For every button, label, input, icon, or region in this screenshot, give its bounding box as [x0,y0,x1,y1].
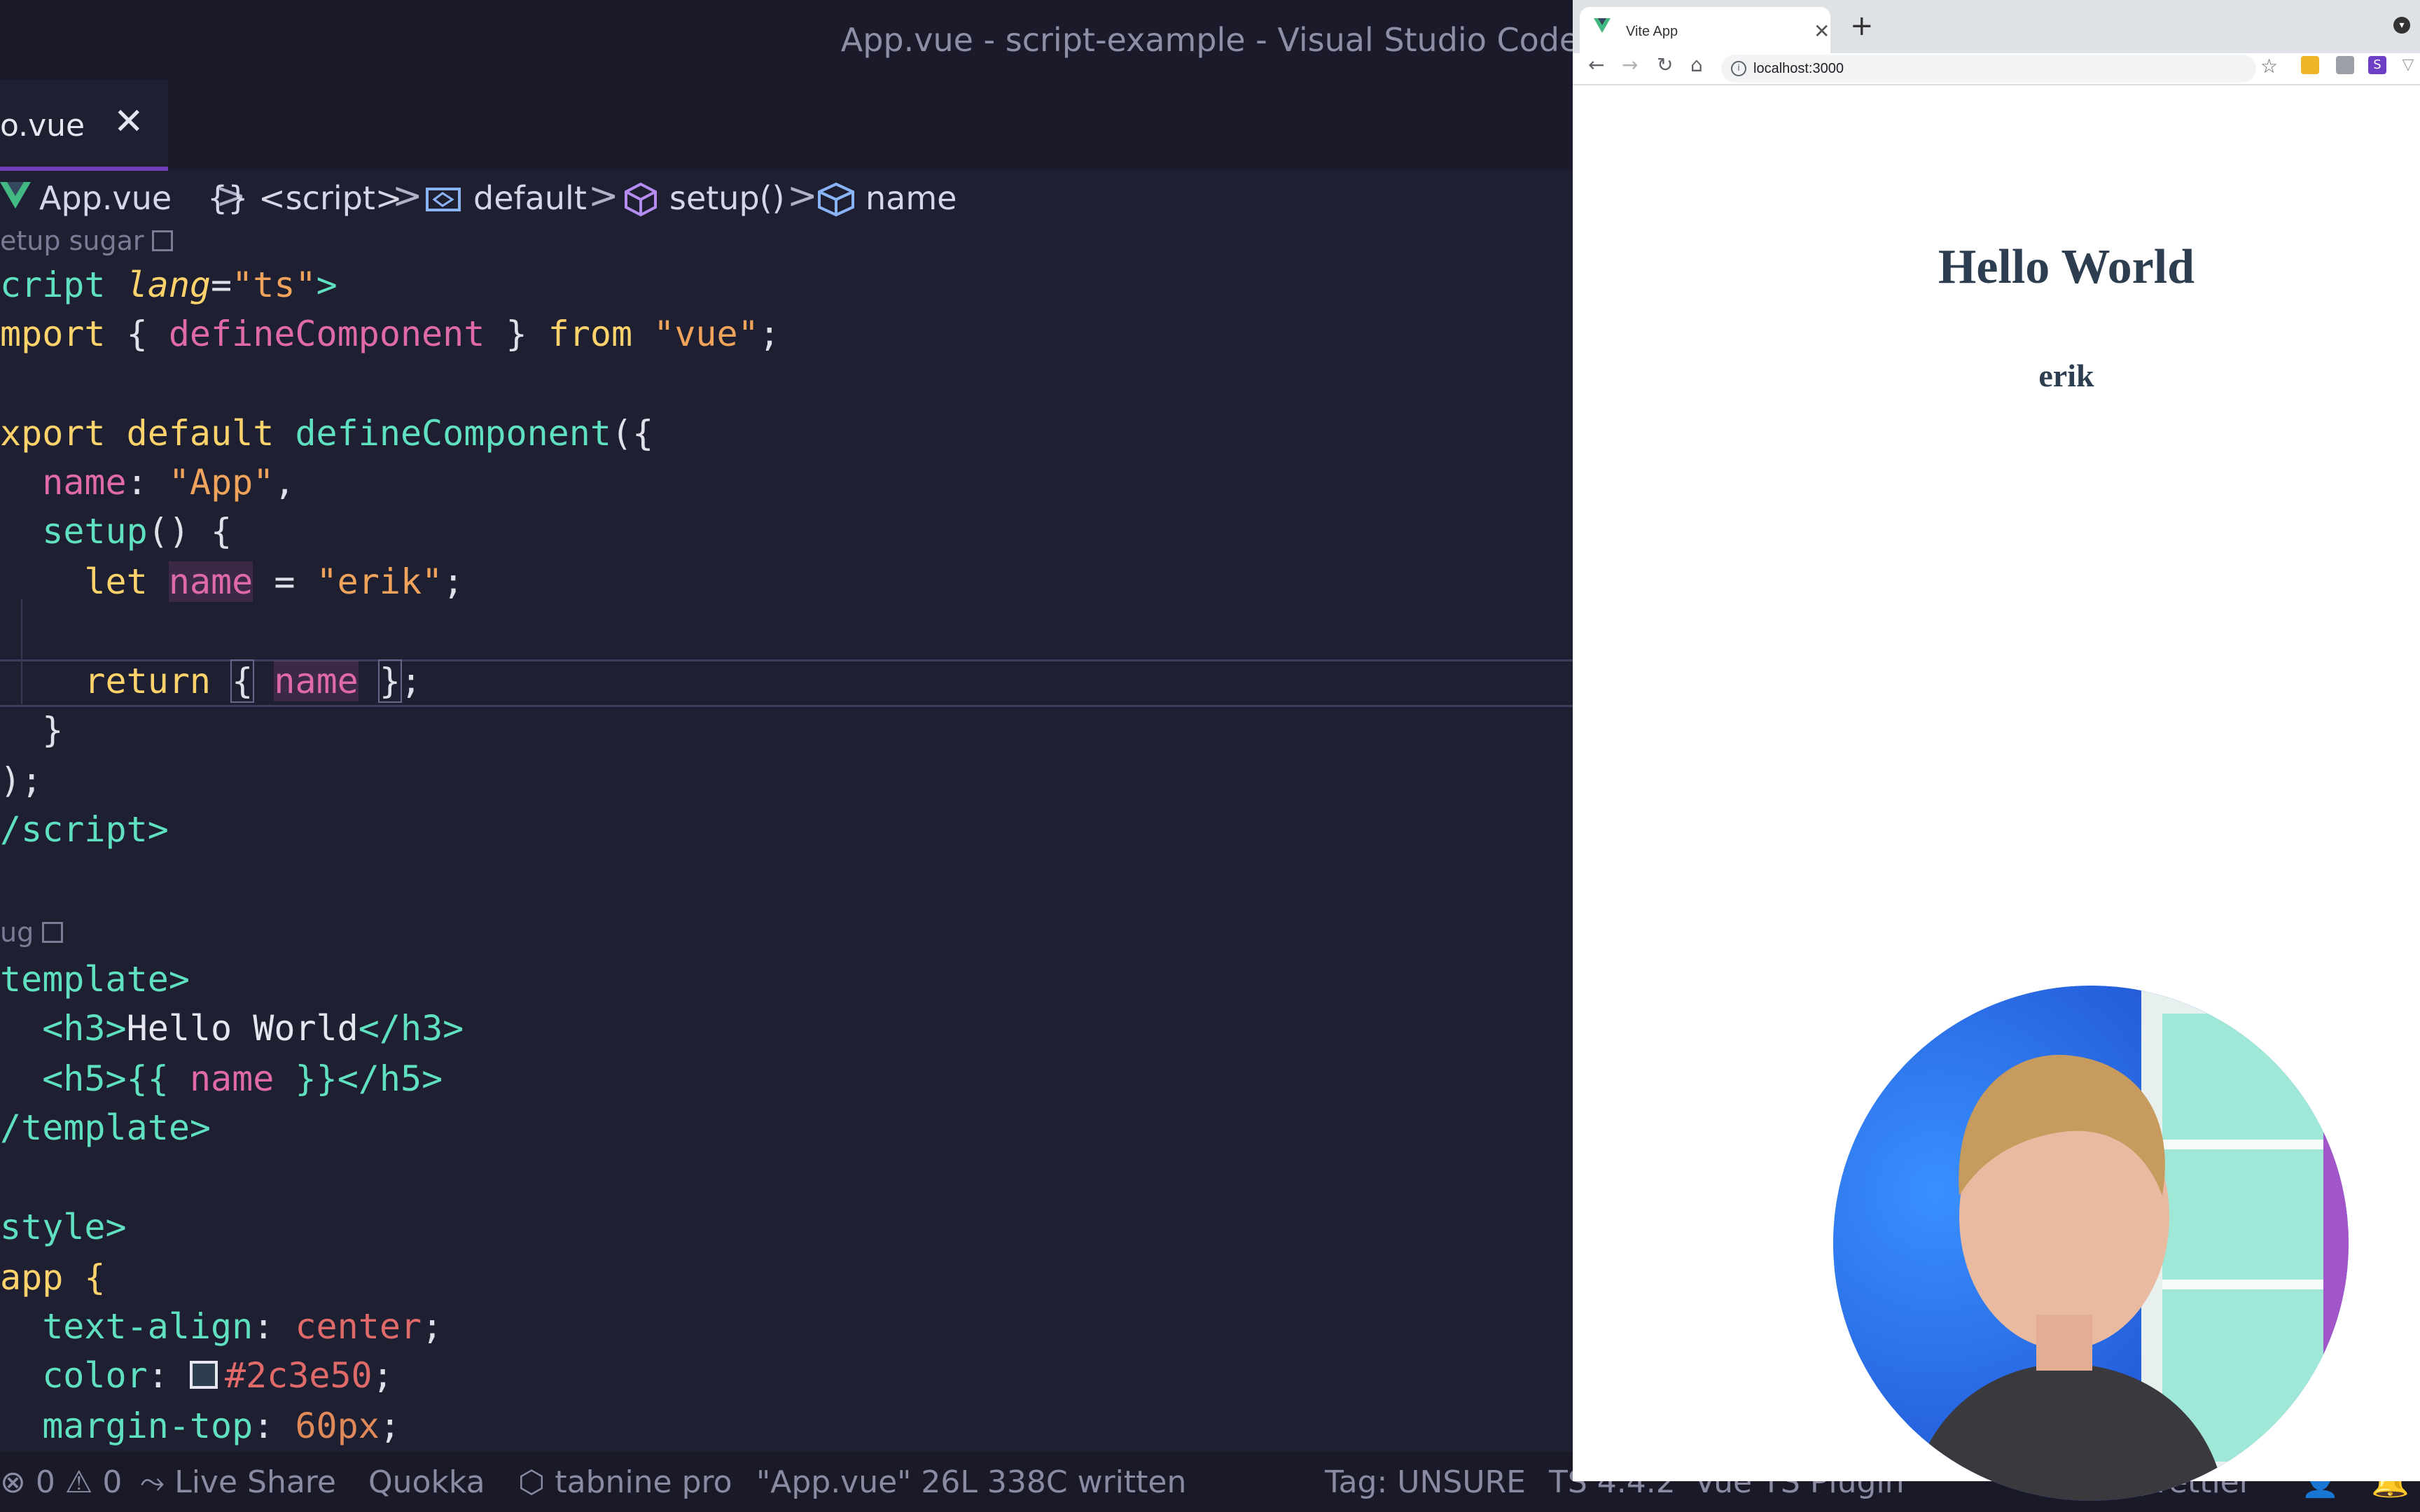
home-icon[interactable]: ⌂ [1690,53,1703,76]
code-line: return { name }; [84,659,422,703]
code-line: } [0,710,64,750]
status-quokka[interactable]: Quokka [368,1464,485,1500]
error-icon: ⊗ [0,1464,36,1500]
code-line: cript lang="ts"> [0,265,338,305]
status-tabnine[interactable]: ⬡ tabnine pro [518,1464,732,1500]
s-extension-icon[interactable]: S [2368,56,2386,74]
vue-favicon-icon [1594,18,1611,33]
browser-tab-title: Vite App [1626,24,1678,39]
code-line: margin-top: 60px; [0,1406,401,1446]
editor-tab-bar: o.vue ✕ [0,80,1573,171]
breadcrumb-setup[interactable]: setup() [669,179,785,217]
code-line: <h3>Hello World</h3> [0,1008,464,1049]
codelens-label: etup sugar [0,225,144,256]
browser-tab-vite-app[interactable]: Vite App ✕ [1580,7,1830,53]
new-tab-icon[interactable]: + [1850,10,1874,42]
browser-tab-strip: Vite App ✕ + ▾ [1573,0,2420,53]
close-icon[interactable]: ✕ [113,101,144,143]
codelens-bug[interactable]: ug [0,917,64,948]
status-message: "App.vue" 26L 338C written [756,1464,1187,1500]
webcam-person-image [1833,986,2349,1501]
page-heading: Hello World [1938,240,2195,294]
variable-cube-icon [818,182,854,217]
bookmark-star-icon[interactable]: ☆ [2260,55,2278,78]
info-icon[interactable]: i [1731,61,1746,76]
code-line: name: "App", [42,462,295,503]
vscode-window: App.vue - script-example - Visual Studio… [0,0,1573,1512]
status-live-share[interactable]: ⤳ Live Share [140,1464,336,1500]
reload-icon[interactable]: ↻ [1657,53,1673,76]
close-icon[interactable]: ✕ [1814,20,1830,43]
error-count: 0 [35,1464,55,1500]
checkbox-icon [42,922,64,943]
breadcrumb-separator: > [392,175,423,217]
vue-file-icon [0,182,31,209]
code-line: text-align: center; [0,1306,443,1347]
editor-tab-app-vue[interactable]: o.vue ✕ [0,80,168,171]
color-swatch[interactable] [189,1361,218,1389]
status-bar: ⊗ 0 ⚠ 0 ⤳ Live Share Quokka ⬡ tabnine pr… [0,1452,1573,1512]
webcam-overlay [1833,986,2349,1501]
forward-arrow-icon[interactable]: → [1622,53,1638,76]
codelens-setup-sugar[interactable]: etup sugar [0,225,174,256]
extension-icon[interactable] [2301,56,2319,74]
code-line: app { [0,1257,106,1298]
code-line: style> [0,1207,127,1247]
editor-tab-label: o.vue [0,108,85,144]
status-tag[interactable]: Tag: UNSURE [1325,1464,1526,1500]
breadcrumb-default[interactable]: default [473,179,587,217]
code-line: let name = "erik"; [84,561,464,602]
warning-count: 0 [102,1464,123,1500]
page-subheading: erik [2038,358,2094,393]
breadcrumb-separator: > [787,175,818,217]
browser-toolbar: ← → ↻ ⌂ i localhost:3000 ⊕ [1573,53,2420,85]
method-cube-icon [625,182,657,217]
breadcrumb-name[interactable]: name [865,179,957,217]
eyedropper-extension-icon[interactable] [2336,56,2354,74]
warning-icon: ⚠ [64,1464,93,1500]
codelens-label: ug [0,917,34,948]
tabnine-label: tabnine pro [555,1464,732,1500]
window-title: App.vue - script-example - Visual Studio… [840,21,1573,59]
code-line: color: #2c3e50; [0,1355,394,1396]
address-bar[interactable]: i localhost:3000 ⊕ [1721,55,2388,83]
status-problems[interactable]: ⊗ 0 ⚠ 0 [0,1464,122,1500]
live-share-icon: ⤳ [140,1464,175,1500]
breadcrumb-separator: > [588,175,619,217]
code-line: mport { defineComponent } from "vue"; [0,314,780,354]
tabnine-icon: ⬡ [518,1464,555,1500]
breadcrumb-script[interactable]: {} <script> [207,179,402,217]
code-line: <h5>{{ name }}</h5> [0,1058,443,1099]
code-line: ); [0,760,43,801]
code-line: xport default defineComponent({ [0,413,654,454]
checkbox-icon [152,230,174,251]
code-line: /script> [0,809,169,850]
back-arrow-icon[interactable]: ← [1588,53,1604,76]
vue-devtools-icon[interactable]: ▽ [2399,56,2417,74]
code-line: /template> [0,1107,211,1148]
code-line: template> [0,959,190,1000]
code-line: setup() { [42,511,232,552]
tab-search-icon[interactable]: ▾ [2393,17,2410,34]
breadcrumb-file[interactable]: App.vue [39,179,172,217]
module-icon [426,188,461,211]
url-text: localhost:3000 [1753,61,1844,76]
live-share-label: Live Share [174,1464,336,1500]
